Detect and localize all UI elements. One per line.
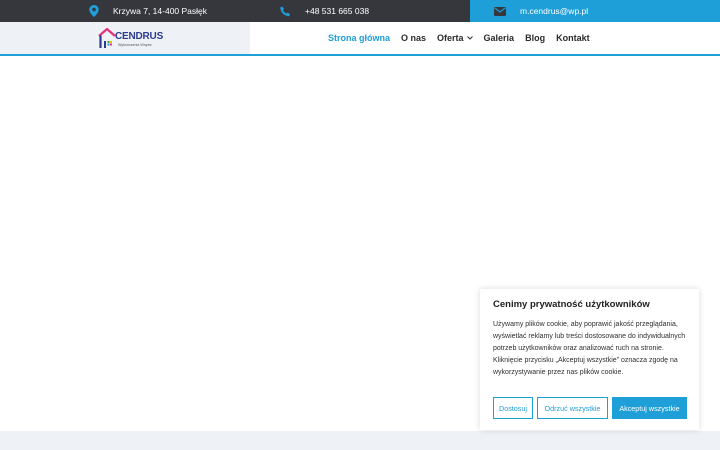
accept-all-button[interactable]: Akceptuj wszystkie [612,397,687,419]
phone-item[interactable]: +48 531 665 038 [280,0,369,22]
phone-icon [280,6,291,17]
nav-item-offer[interactable]: Oferta [437,33,473,43]
cookie-consent-dialog: Cenimy prywatność użytkowników Używamy p… [480,289,699,430]
site-logo[interactable]: CENDRUS Wykończenia Wnętrz [98,27,168,51]
footer-strip [0,431,720,450]
phone-text[interactable]: +48 531 665 038 [305,6,369,16]
nav-item-label: Kontakt [556,33,590,43]
nav-item-label: Oferta [437,33,464,43]
nav-item-label: Strona główna [328,33,391,43]
nav-item-label: O nas [401,33,427,43]
customize-button[interactable]: Dostosuj [493,397,533,419]
cookie-buttons: Dostosuj Odrzuć wszystkie Akceptuj wszys… [493,397,687,419]
email-item[interactable]: m.cendrus@wp.pl [494,0,588,22]
site-header: CENDRUS Wykończenia Wnętrz Strona główna… [0,22,720,56]
house-icon [98,28,116,48]
logo-name: CENDRUS [115,31,164,42]
email-text[interactable]: m.cendrus@wp.pl [520,6,588,16]
nav-item-label: Galeria [483,33,515,43]
cookie-text: Używamy plików cookie, aby poprawić jako… [493,321,686,376]
nav-item-home[interactable]: Strona główna [328,33,390,43]
nav-item-label: Blog [525,33,546,43]
envelope-icon [494,6,506,16]
nav-item-blog[interactable]: Blog [525,33,545,43]
address-text: Krzywa 7, 14-400 Pasłęk [113,6,208,16]
chevron-down-icon [466,36,473,40]
map-pin-icon [89,5,99,17]
cookie-title: Cenimy prywatność użytkowników [493,299,650,310]
reject-all-button[interactable]: Odrzuć wszystkie [537,397,608,419]
logo-tagline: Wykończenia Wnętrz [118,43,152,47]
nav-item-contact[interactable]: Kontakt [556,33,590,43]
address-item: Krzywa 7, 14-400 Pasłęk [89,0,207,22]
main-nav: Strona główna O nas Oferta Galeria Blog … [328,22,601,54]
nav-item-about[interactable]: O nas [401,33,426,43]
nav-item-gallery[interactable]: Galeria [484,33,515,43]
